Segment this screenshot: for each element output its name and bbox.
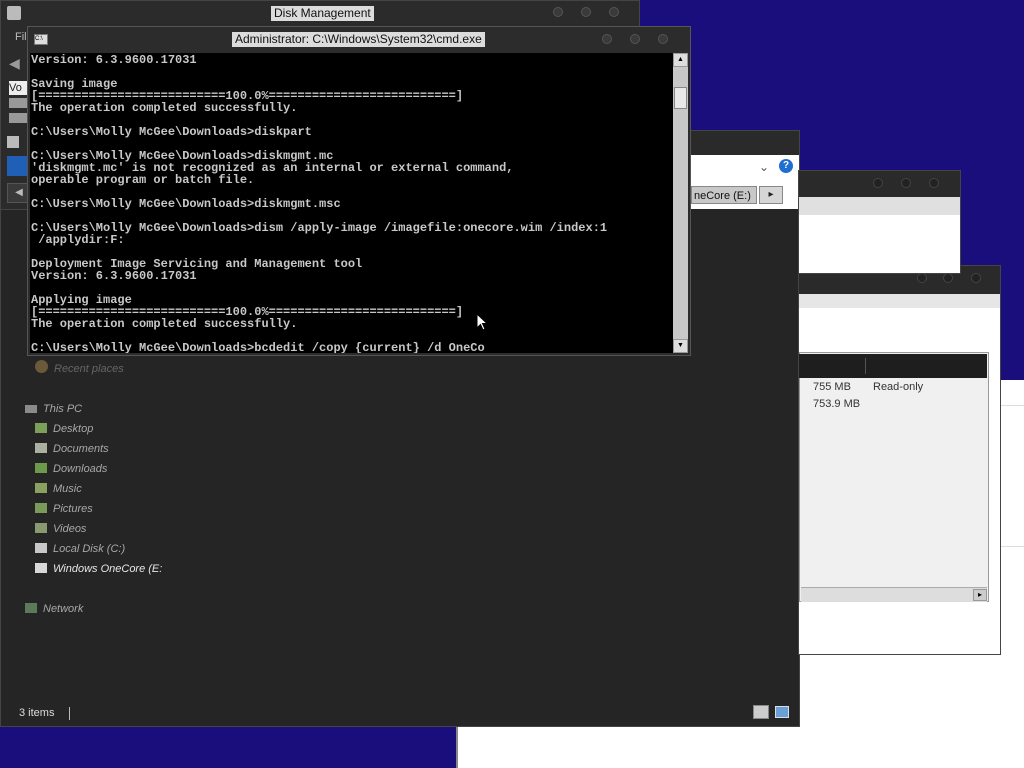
prop-maximize-button[interactable]	[943, 273, 953, 283]
prop-header-divider	[865, 358, 866, 374]
drive-icon	[35, 543, 47, 553]
address-crumb[interactable]: neCore (E:)	[691, 186, 757, 204]
prop-list-header	[799, 354, 987, 378]
prop-scrollbar-h[interactable]	[801, 587, 987, 602]
dm-volume-row[interactable]	[9, 98, 27, 108]
sw1-body	[799, 215, 960, 273]
scroll-right-arrow-icon[interactable]: ▸	[973, 589, 987, 601]
documents-icon	[35, 443, 47, 453]
console-line: C:\Users\Molly McGee\Downloads>bcdedit /…	[31, 341, 485, 353]
address-refresh-button[interactable]: ▸	[759, 186, 783, 204]
details-view-icon[interactable]	[753, 705, 769, 719]
cmd-maximize-button[interactable]	[630, 34, 640, 44]
scroll-down-arrow-icon[interactable]: ▼	[673, 339, 688, 353]
dm-close-button[interactable]	[609, 7, 619, 17]
computer-icon	[25, 405, 37, 413]
nav-label: Network	[43, 603, 84, 615]
console-scrollbar[interactable]: ▲ ▼	[673, 53, 688, 353]
nav-label: Recent places	[54, 363, 124, 375]
desktop-icon	[35, 423, 47, 433]
dm-volume-row[interactable]	[9, 113, 27, 123]
sw1-minimize-button[interactable]	[873, 178, 883, 188]
nav-item-local-disk-c[interactable]: Local Disk (C:)	[35, 540, 125, 558]
dm-selected-marker	[7, 156, 29, 176]
status-bar-count: 3 items	[19, 707, 55, 719]
downloads-icon	[35, 463, 47, 473]
console-line: Version: 6.3.9600.17031	[31, 269, 197, 283]
cmd-close-button[interactable]	[658, 34, 668, 44]
scroll-up-arrow-icon[interactable]: ▲	[673, 53, 688, 67]
console-line: C:\Users\Molly McGee\Downloads>diskmgmt.…	[31, 197, 341, 211]
ribbon-expand-icon[interactable]: ⌄	[759, 160, 769, 174]
disk-management-icon	[7, 6, 21, 20]
console-output: Version: 6.3.9600.17031 Saving image [====…	[31, 54, 607, 353]
dm-back-icon[interactable]: ◀	[9, 55, 20, 72]
sw1-maximize-button[interactable]	[901, 178, 911, 188]
status-divider	[69, 707, 70, 720]
prop-tabbar	[799, 294, 1000, 309]
music-icon	[35, 483, 47, 493]
nav-item-desktop[interactable]: Desktop	[35, 420, 93, 438]
console-line: The operation completed successfully.	[31, 101, 298, 115]
dm-side-icon	[7, 136, 19, 148]
nav-label: Local Disk (C:)	[53, 543, 126, 555]
prop-row-size: 753.9 MB	[813, 398, 861, 410]
network-icon	[25, 603, 37, 613]
dm-maximize-button[interactable]	[581, 7, 591, 17]
nav-label: Pictures	[53, 503, 93, 515]
mouse-cursor-icon	[476, 313, 488, 331]
console-line: C:\Users\Molly McGee\Downloads>diskpart	[31, 125, 312, 139]
nav-label: Downloads	[53, 463, 108, 475]
pictures-icon	[35, 503, 47, 513]
tiles-view-icon[interactable]	[775, 706, 789, 718]
help-icon[interactable]: ?	[779, 159, 793, 173]
videos-icon	[35, 523, 47, 533]
drive-icon	[35, 563, 47, 573]
cmd-minimize-button[interactable]	[602, 34, 612, 44]
stacked-window-1[interactable]	[798, 170, 961, 274]
console-area[interactable]: Version: 6.3.9600.17031 Saving image [====…	[30, 53, 673, 353]
nav-this-pc[interactable]: This PC	[25, 400, 82, 418]
sw1-band	[799, 197, 960, 215]
nav-item-documents[interactable]: Documents	[35, 440, 109, 458]
console-line: operable program or batch file.	[31, 173, 255, 187]
nav-label: Documents	[53, 443, 109, 455]
console-line: Version: 6.3.9600.17031	[31, 53, 197, 67]
properties-window[interactable]: ▸ 755 MB Read-only 753.9 MB	[798, 265, 1001, 655]
prop-close-button[interactable]	[971, 273, 981, 283]
nav-item-downloads[interactable]: Downloads	[35, 460, 107, 478]
nav-item-videos[interactable]: Videos	[35, 520, 86, 538]
cmd-window[interactable]: C:\ Administrator: C:\Windows\System32\c…	[27, 26, 691, 356]
cmd-title: Administrator: C:\Windows\System32\cmd.e…	[232, 32, 485, 47]
sw1-close-button[interactable]	[929, 178, 939, 188]
prop-row-attr: Read-only	[873, 381, 924, 393]
nav-label: Videos	[53, 523, 87, 535]
nav-label: Windows OneCore (E:	[53, 563, 163, 575]
white-window-lines	[1000, 405, 1024, 547]
prop-minimize-button[interactable]	[917, 273, 927, 283]
nav-item-windows-onecore-e[interactable]: Windows OneCore (E:	[35, 560, 162, 578]
disk-management-title: Disk Management	[271, 6, 374, 21]
dm-menu-file[interactable]: Fil	[15, 31, 27, 43]
nav-item-music[interactable]: Music	[35, 480, 82, 498]
recent-places-icon	[35, 360, 48, 373]
cmd-icon: C:\	[34, 34, 48, 45]
dm-minimize-button[interactable]	[553, 7, 563, 17]
nav-label: Desktop	[53, 423, 94, 435]
nav-recent-places[interactable]: Recent places	[35, 360, 124, 378]
console-line: /applydir:F:	[31, 233, 125, 247]
nav-label: Music	[53, 483, 82, 495]
nav-label: This PC	[43, 403, 83, 415]
prop-row-size: 755 MB	[813, 381, 851, 393]
console-line: The operation completed successfully.	[31, 317, 298, 331]
nav-network[interactable]: Network	[25, 600, 83, 618]
nav-item-pictures[interactable]: Pictures	[35, 500, 93, 518]
scroll-thumb[interactable]	[674, 87, 687, 109]
